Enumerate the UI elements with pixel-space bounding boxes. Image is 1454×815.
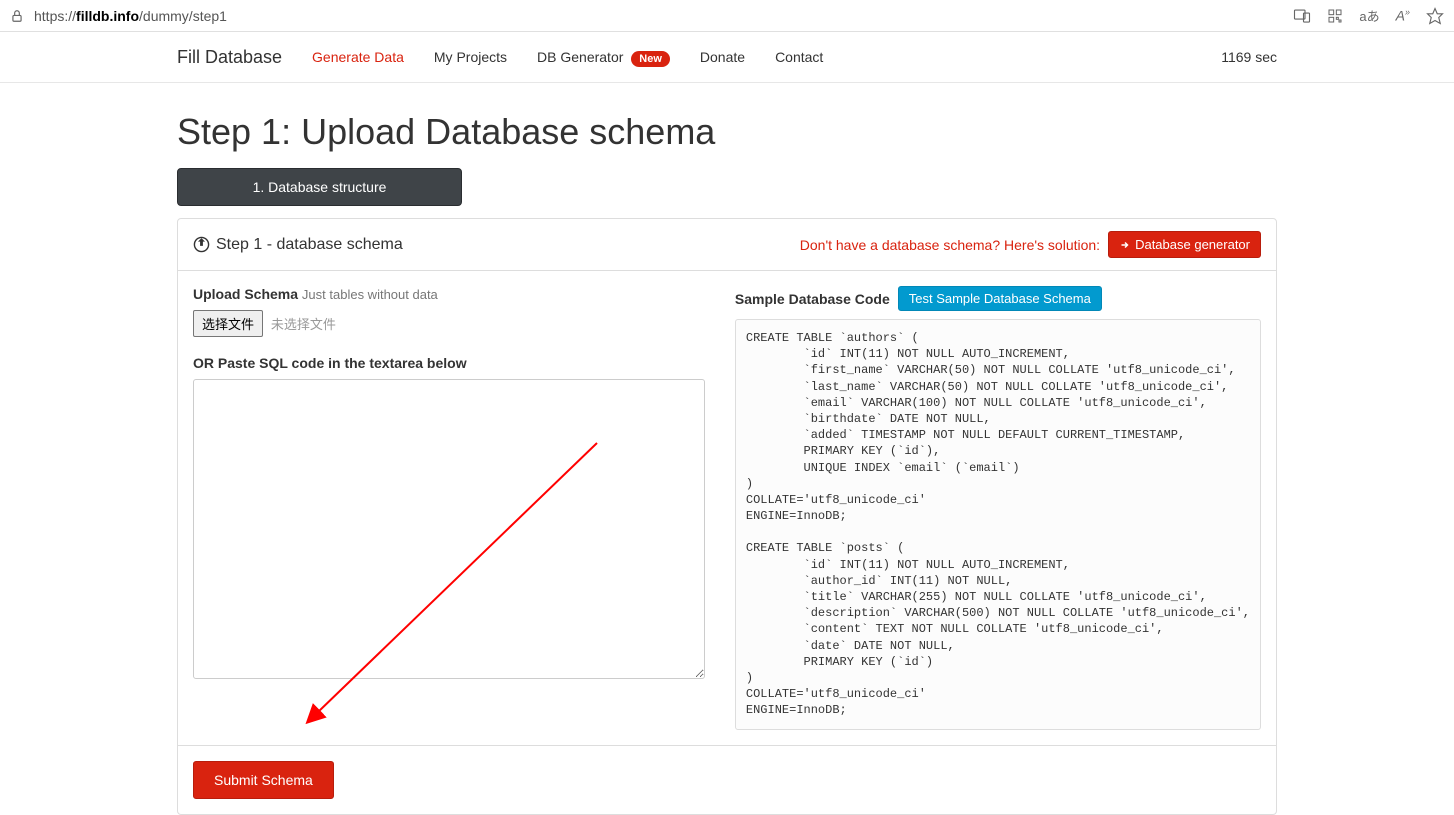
panel-heading-text: Step 1 - database schema [216,236,403,254]
session-timer: 1169 sec [1221,34,1277,80]
qr-icon[interactable] [1327,8,1343,24]
choose-file-button[interactable]: 选择文件 [193,310,263,337]
arrow-right-icon [1119,239,1131,251]
test-sample-schema-button[interactable]: Test Sample Database Schema [898,286,1102,311]
step-tab-1[interactable]: 1. Database structure [177,168,462,206]
main-header: Fill Database Generate Data My Projects … [0,32,1454,83]
nav-links: Generate Data My Projects DB Generator N… [297,34,1221,80]
read-aloud-icon[interactable]: A» [1396,7,1410,24]
new-badge: New [631,51,670,67]
url-host: filldb.info [76,8,139,24]
file-status: 未选择文件 [271,317,336,332]
database-generator-label: Database generator [1135,237,1250,252]
nav-contact[interactable]: Contact [760,34,838,80]
brand[interactable]: Fill Database [177,47,297,68]
sql-textarea[interactable] [193,379,705,679]
no-schema-text: Don't have a database schema? Here's sol… [800,237,1100,253]
translate-icon[interactable]: aあ [1359,6,1379,25]
nav-donate[interactable]: Donate [685,34,760,80]
nav-db-generator[interactable]: DB Generator New [522,34,685,80]
url-display[interactable]: https://filldb.info/dummy/step1 [34,8,1283,24]
upload-schema-label-text: Upload Schema [193,286,298,302]
upload-schema-label: Upload Schema Just tables without data [193,286,705,302]
panel-footer: Submit Schema [178,745,1276,814]
schema-panel: Step 1 - database schema Don't have a da… [177,218,1277,815]
submit-schema-button[interactable]: Submit Schema [193,761,334,799]
url-scheme: https:// [34,8,76,24]
paste-sql-label: OR Paste SQL code in the textarea below [193,355,705,371]
favorite-icon[interactable] [1426,7,1444,25]
devices-icon[interactable] [1293,7,1311,25]
url-path: /dummy/step1 [139,8,227,24]
lock-icon [10,9,24,23]
panel-heading: Step 1 - database schema Don't have a da… [178,219,1276,271]
browser-tools: aあ A» [1293,6,1444,25]
page-title: Step 1: Upload Database schema [177,111,1277,153]
panel-body: Upload Schema Just tables without data 选… [178,271,1276,745]
sample-code-title: Sample Database Code [735,291,890,307]
nav-my-projects[interactable]: My Projects [419,34,522,80]
nav-db-generator-label: DB Generator [537,49,623,65]
sample-code-block: CREATE TABLE `authors` ( `id` INT(11) NO… [735,319,1261,730]
nav-generate-data[interactable]: Generate Data [297,34,419,80]
browser-address-bar: https://filldb.info/dummy/step1 aあ A» [0,0,1454,32]
upload-icon [193,236,210,253]
upload-schema-hint: Just tables without data [302,287,438,302]
database-generator-button[interactable]: Database generator [1108,231,1261,258]
